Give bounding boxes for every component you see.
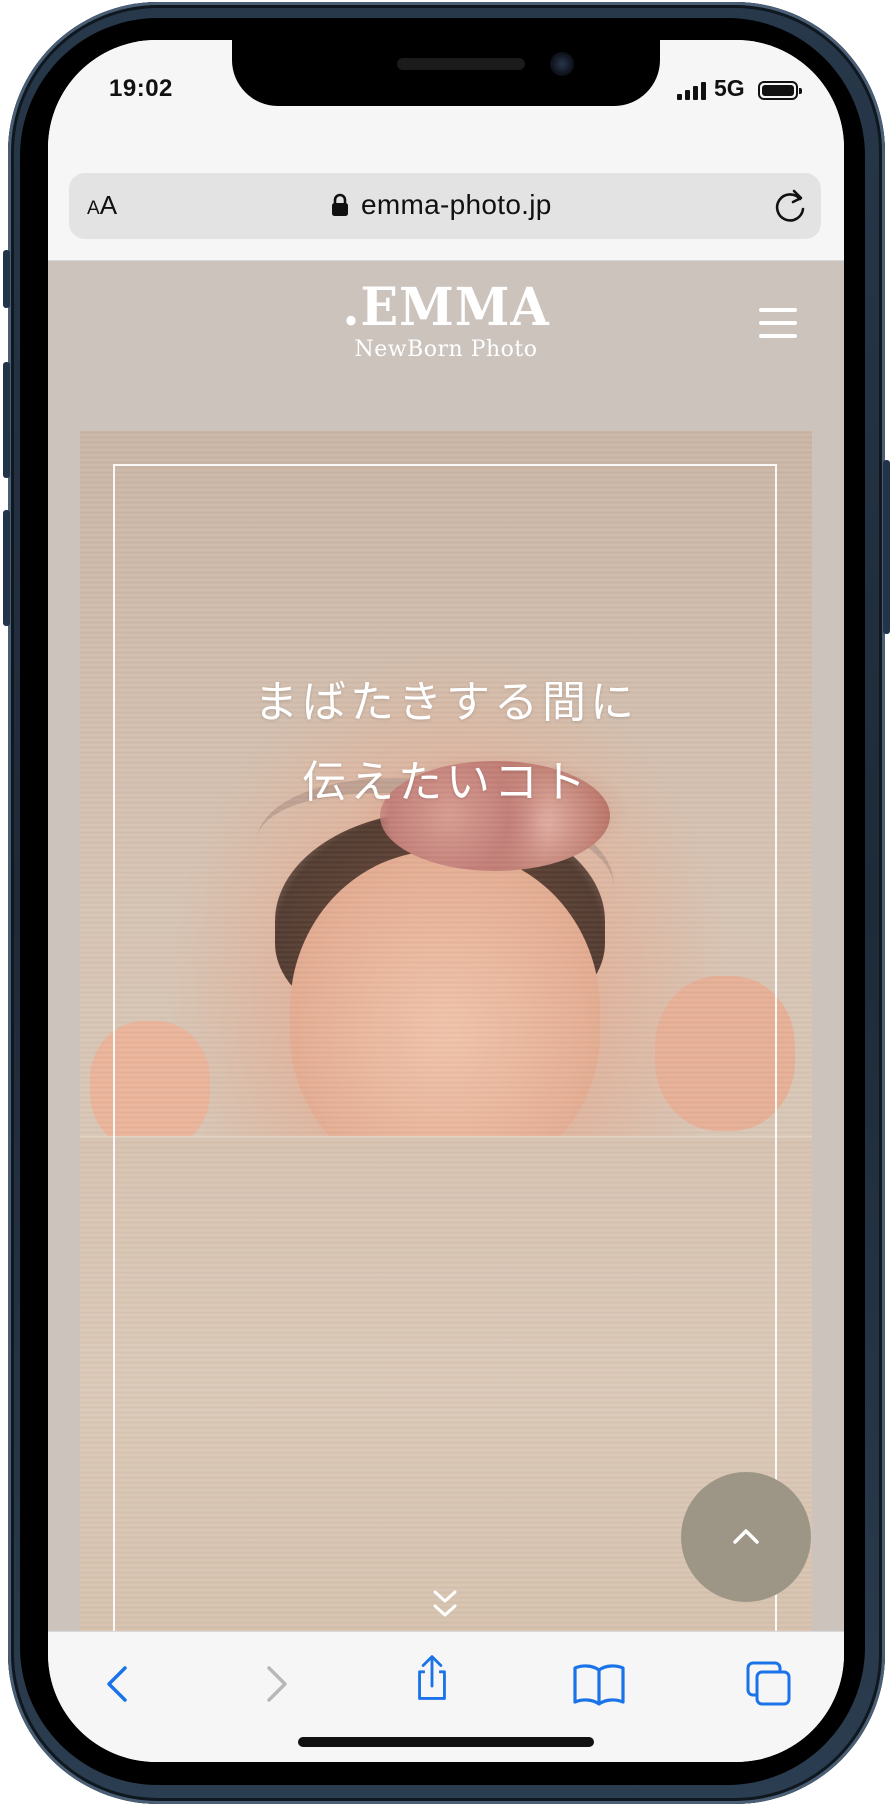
phone-screen: 19:02 5G AA emma-photo.jp .EMMA NewBorn … bbox=[48, 40, 844, 1762]
forward-icon bbox=[267, 1666, 287, 1702]
site-logo[interactable]: .EMMA NewBorn Photo bbox=[48, 279, 844, 363]
speaker-grille bbox=[397, 58, 525, 70]
back-to-top-button[interactable] bbox=[681, 1472, 811, 1602]
bookmarks-icon[interactable] bbox=[572, 1660, 626, 1708]
url-text[interactable]: emma-photo.jp bbox=[361, 189, 552, 221]
back-icon[interactable] bbox=[95, 1660, 143, 1708]
status-time: 19:02 bbox=[109, 75, 173, 102]
silent-switch bbox=[3, 250, 10, 308]
network-label: 5G bbox=[714, 75, 745, 101]
notch bbox=[232, 40, 660, 106]
signal-icon bbox=[677, 82, 707, 100]
front-camera bbox=[550, 52, 574, 76]
hero-image: まばたきする間に 伝えたいコト bbox=[80, 431, 812, 1631]
browser-address-area: AA emma-photo.jp bbox=[48, 135, 844, 261]
chevron-up-icon bbox=[733, 1529, 759, 1544]
hamburger-menu-icon[interactable] bbox=[759, 308, 797, 338]
text-size-button[interactable]: AA bbox=[87, 190, 117, 221]
reload-icon[interactable] bbox=[772, 187, 810, 225]
address-bar[interactable]: AA emma-photo.jp bbox=[69, 173, 821, 239]
battery-icon bbox=[758, 81, 802, 100]
hero-catchcopy-line1: まばたきする間に bbox=[254, 677, 638, 728]
volume-down-button bbox=[3, 510, 10, 626]
volume-up-button bbox=[3, 362, 10, 478]
scroll-down-icon[interactable] bbox=[430, 1588, 460, 1624]
home-indicator[interactable] bbox=[298, 1737, 594, 1747]
hero-frame-border bbox=[113, 464, 777, 1631]
web-page: .EMMA NewBorn Photo まばたきする間に 伝えたいコト bbox=[48, 261, 844, 1631]
hero-catchcopy-line2: 伝えたいコト bbox=[302, 757, 590, 808]
lock-icon bbox=[332, 193, 348, 216]
logo-subtitle: NewBorn Photo bbox=[354, 337, 538, 362]
logo-title: .EMMA bbox=[342, 277, 550, 338]
tabs-icon[interactable] bbox=[745, 1660, 793, 1708]
share-icon[interactable] bbox=[408, 1654, 456, 1702]
hero-catchcopy: まばたきする間に 伝えたいコト bbox=[80, 663, 812, 823]
power-button bbox=[883, 460, 890, 634]
